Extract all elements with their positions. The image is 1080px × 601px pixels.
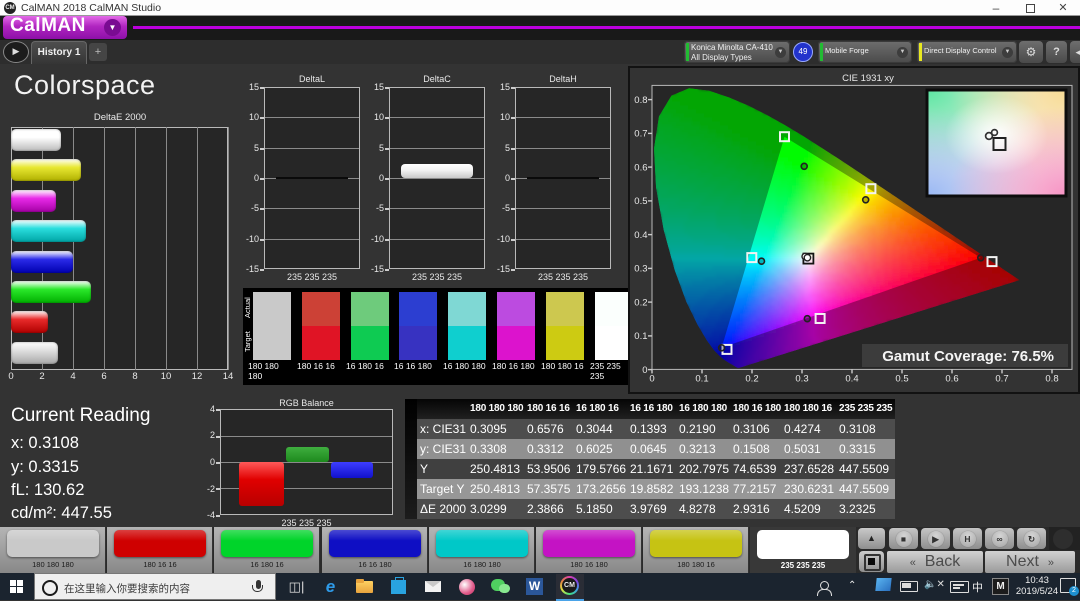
svg-text:0.7: 0.7	[995, 374, 1008, 385]
svg-text:0.2: 0.2	[634, 297, 647, 308]
svg-text:0.5: 0.5	[634, 196, 647, 207]
svg-text:0.5: 0.5	[895, 374, 908, 385]
svg-text:0.3: 0.3	[795, 374, 808, 385]
svg-text:0.2: 0.2	[745, 374, 758, 385]
svg-text:0.6: 0.6	[634, 162, 647, 173]
svg-text:CIE 1931 xy: CIE 1931 xy	[842, 73, 894, 84]
svg-text:0.7: 0.7	[634, 129, 647, 140]
svg-text:0.4: 0.4	[845, 374, 858, 385]
svg-text:0.4: 0.4	[634, 230, 647, 241]
svg-text:0.8: 0.8	[1045, 374, 1058, 385]
svg-text:Gamut Coverage: 76.5%: Gamut Coverage: 76.5%	[882, 348, 1054, 365]
svg-text:0.3: 0.3	[634, 264, 647, 275]
svg-text:0.6: 0.6	[945, 374, 958, 385]
svg-text:0.8: 0.8	[634, 95, 647, 106]
svg-text:0.1: 0.1	[634, 331, 647, 342]
svg-text:0: 0	[642, 365, 647, 376]
svg-text:0.1: 0.1	[695, 374, 708, 385]
svg-text:0: 0	[649, 374, 654, 385]
